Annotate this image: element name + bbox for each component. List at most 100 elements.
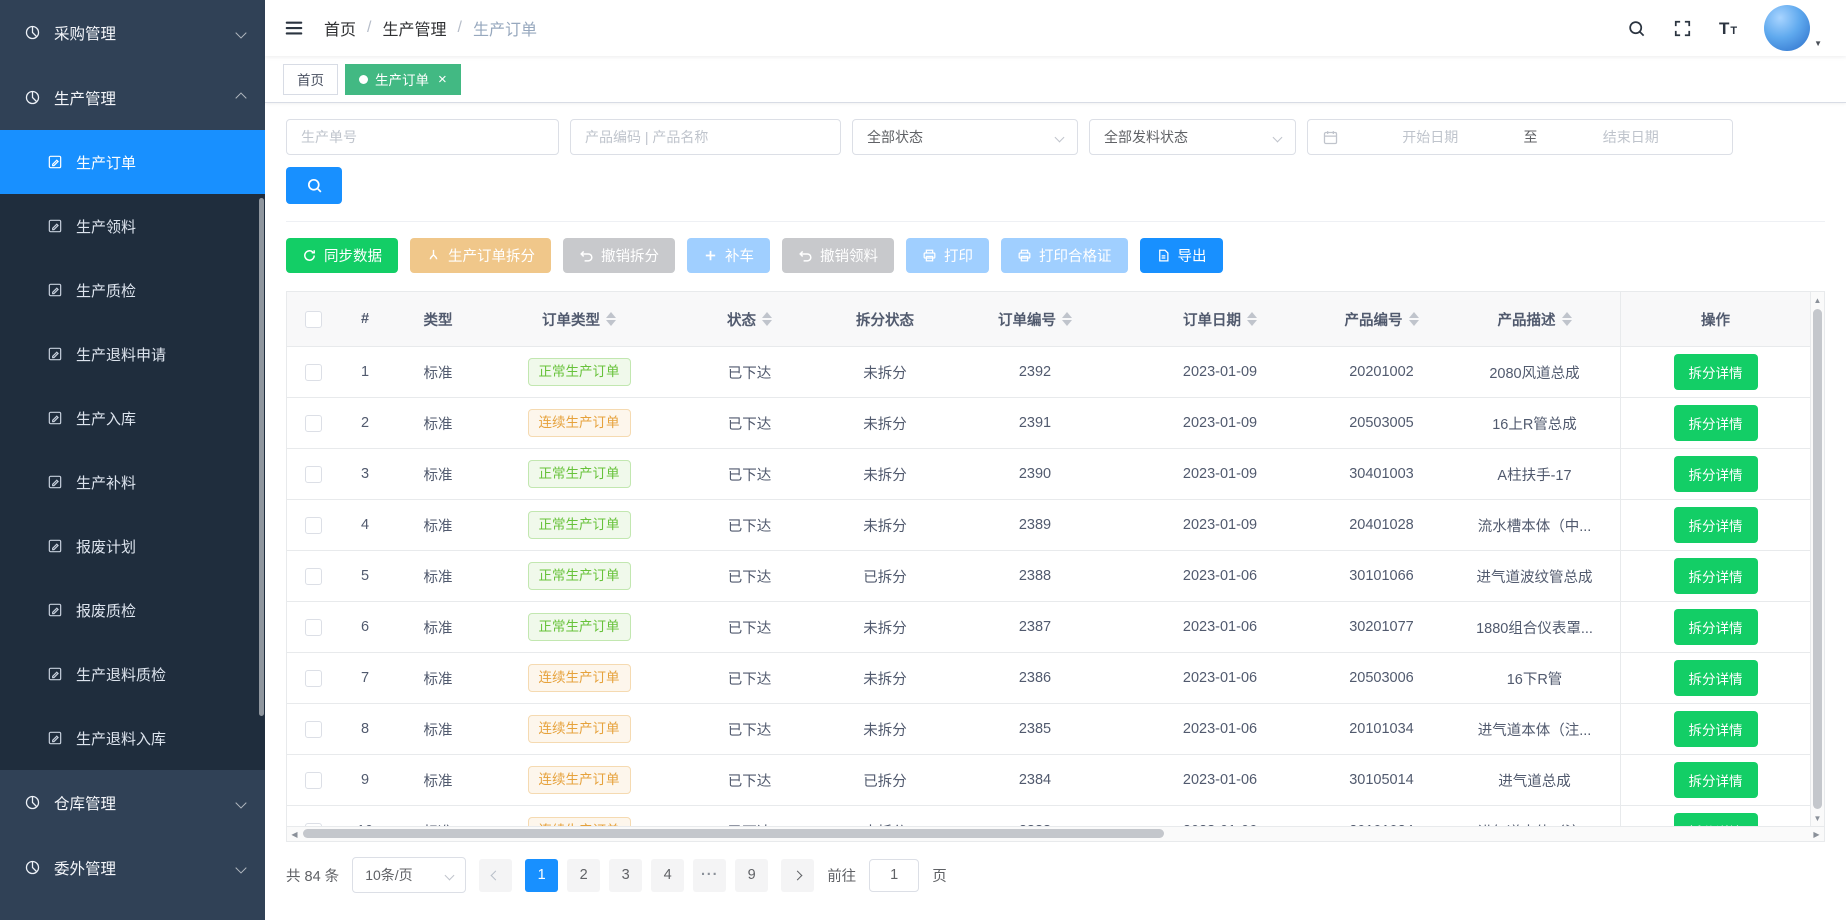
prev-page-button[interactable]: [479, 859, 512, 892]
pagination-page[interactable]: 1: [525, 859, 558, 892]
tab-production-orders[interactable]: 生产订单 ×: [345, 64, 461, 95]
scroll-left-icon[interactable]: ◀: [287, 827, 302, 841]
toolbar-button[interactable]: 导出: [1140, 238, 1223, 273]
row-checkbox[interactable]: [305, 823, 322, 827]
sort-carets-icon[interactable]: [1562, 312, 1572, 326]
goto-suffix: 页: [932, 865, 947, 886]
topbar-actions: TT ▼: [1627, 5, 1822, 51]
column-header[interactable]: 订单编号: [944, 292, 1126, 346]
pagination-page[interactable]: 9: [735, 859, 768, 892]
search-icon[interactable]: [1627, 19, 1646, 38]
row-checkbox[interactable]: [305, 772, 322, 789]
sidebar-item[interactable]: 生产订单: [0, 130, 265, 194]
split-detail-button[interactable]: 拆分详情: [1674, 762, 1758, 798]
sidebar-item[interactable]: 报废质检: [0, 578, 265, 642]
sidebar-group[interactable]: 生产管理: [0, 65, 265, 130]
sidebar-group[interactable]: 仓库管理: [0, 770, 265, 835]
sort-carets-icon[interactable]: [606, 312, 616, 326]
sidebar-group[interactable]: 采购管理: [0, 0, 265, 65]
table-row: 4标准正常生产订单已下达未拆分23892023-01-0920401028流水槽…: [287, 500, 1810, 551]
production-no-input[interactable]: 生产单号: [286, 119, 559, 155]
column-header[interactable]: 产品编号: [1314, 292, 1449, 346]
vertical-scrollbar[interactable]: ▲ ▼: [1810, 292, 1824, 826]
scroll-right-icon[interactable]: ▶: [1809, 827, 1824, 841]
avatar[interactable]: [1764, 5, 1810, 51]
product-code-name-input[interactable]: 产品编码 | 产品名称: [570, 119, 841, 155]
vertical-scroll-thumb[interactable]: [1813, 309, 1822, 809]
horizontal-scroll-thumb[interactable]: [303, 829, 1164, 838]
sidebar-item-label: 生产退料入库: [76, 728, 166, 749]
split-detail-button[interactable]: 拆分详情: [1674, 558, 1758, 594]
user-menu[interactable]: ▼: [1764, 5, 1822, 51]
status-select[interactable]: 全部状态: [852, 119, 1078, 155]
sort-carets-icon[interactable]: [1247, 312, 1257, 326]
toolbar-button[interactable]: 打印: [906, 238, 989, 273]
breadcrumb-home[interactable]: 首页: [324, 16, 356, 40]
split-detail-button[interactable]: 拆分详情: [1674, 660, 1758, 696]
pagination-more[interactable]: ···: [693, 859, 726, 892]
edit-icon: [47, 538, 63, 554]
chevron-down-icon: [235, 797, 246, 808]
sort-carets-icon[interactable]: [762, 312, 772, 326]
toolbar-button[interactable]: 撤销领料: [782, 238, 894, 273]
column-header[interactable]: 订单类型: [485, 292, 673, 346]
select-all-checkbox[interactable]: [305, 311, 322, 328]
sidebar-item[interactable]: 生产入库: [0, 386, 265, 450]
printer-icon: [1017, 248, 1032, 263]
row-checkbox[interactable]: [305, 721, 322, 738]
row-checkbox[interactable]: [305, 670, 322, 687]
scroll-down-icon[interactable]: ▼: [1811, 810, 1824, 826]
toolbar-button[interactable]: 打印合格证: [1001, 238, 1128, 273]
row-checkbox[interactable]: [305, 364, 322, 381]
toolbar-button[interactable]: 生产订单拆分: [410, 238, 551, 273]
collapse-sidebar-icon[interactable]: [283, 17, 305, 39]
font-size-icon[interactable]: TT: [1719, 20, 1737, 37]
row-checkbox[interactable]: [305, 466, 322, 483]
issue-status-select[interactable]: 全部发料状态: [1089, 119, 1296, 155]
row-checkbox[interactable]: [305, 568, 322, 585]
close-icon[interactable]: ×: [438, 71, 447, 88]
sidebar-item[interactable]: 生产退料申请: [0, 322, 265, 386]
toolbar-button[interactable]: 撤销拆分: [563, 238, 675, 273]
search-button[interactable]: [286, 167, 342, 204]
sort-carets-icon[interactable]: [1062, 312, 1072, 326]
split-detail-button[interactable]: 拆分详情: [1674, 354, 1758, 390]
split-detail-button[interactable]: 拆分详情: [1674, 711, 1758, 747]
sidebar-item[interactable]: 生产退料质检: [0, 642, 265, 706]
row-checkbox[interactable]: [305, 619, 322, 636]
row-checkbox[interactable]: [305, 517, 322, 534]
split-detail-button[interactable]: 拆分详情: [1674, 609, 1758, 645]
pagination-page[interactable]: 4: [651, 859, 684, 892]
split-detail-button[interactable]: 拆分详情: [1674, 405, 1758, 441]
column-header[interactable]: 状态: [673, 292, 826, 346]
next-page-button[interactable]: [781, 859, 814, 892]
breadcrumb-production-management[interactable]: 生产管理: [382, 16, 446, 40]
edit-icon: [47, 218, 63, 234]
sidebar-group[interactable]: 委外管理: [0, 835, 265, 900]
row-checkbox[interactable]: [305, 415, 322, 432]
horizontal-scrollbar[interactable]: ◀ ▶: [286, 827, 1825, 842]
date-range-picker[interactable]: 开始日期 至 结束日期: [1307, 119, 1733, 155]
sidebar-item[interactable]: 生产退料入库: [0, 706, 265, 770]
scroll-up-icon[interactable]: ▲: [1811, 292, 1824, 308]
column-header[interactable]: 产品描述: [1449, 292, 1620, 346]
split-detail-button[interactable]: 拆分详情: [1674, 507, 1758, 543]
toolbar-button[interactable]: 同步数据: [286, 238, 398, 273]
goto-page-input[interactable]: [869, 859, 919, 892]
pagination-page[interactable]: 2: [567, 859, 600, 892]
sidebar-scrollbar[interactable]: [259, 198, 264, 716]
page-size-select[interactable]: 10条/页: [352, 857, 466, 893]
sort-carets-icon[interactable]: [1409, 312, 1419, 326]
sidebar-item[interactable]: 生产质检: [0, 258, 265, 322]
cell-product-no: 30401003: [1314, 449, 1449, 499]
column-header[interactable]: 订单日期: [1126, 292, 1314, 346]
sidebar-item[interactable]: 报废计划: [0, 514, 265, 578]
tab-home[interactable]: 首页: [283, 64, 338, 95]
split-detail-button[interactable]: 拆分详情: [1674, 456, 1758, 492]
sidebar-item[interactable]: 生产补料: [0, 450, 265, 514]
pagination-page[interactable]: 3: [609, 859, 642, 892]
split-detail-button[interactable]: 拆分详情: [1674, 813, 1758, 826]
toolbar-button[interactable]: 补车: [687, 238, 770, 273]
fullscreen-icon[interactable]: [1673, 19, 1692, 38]
sidebar-item[interactable]: 生产领料: [0, 194, 265, 258]
